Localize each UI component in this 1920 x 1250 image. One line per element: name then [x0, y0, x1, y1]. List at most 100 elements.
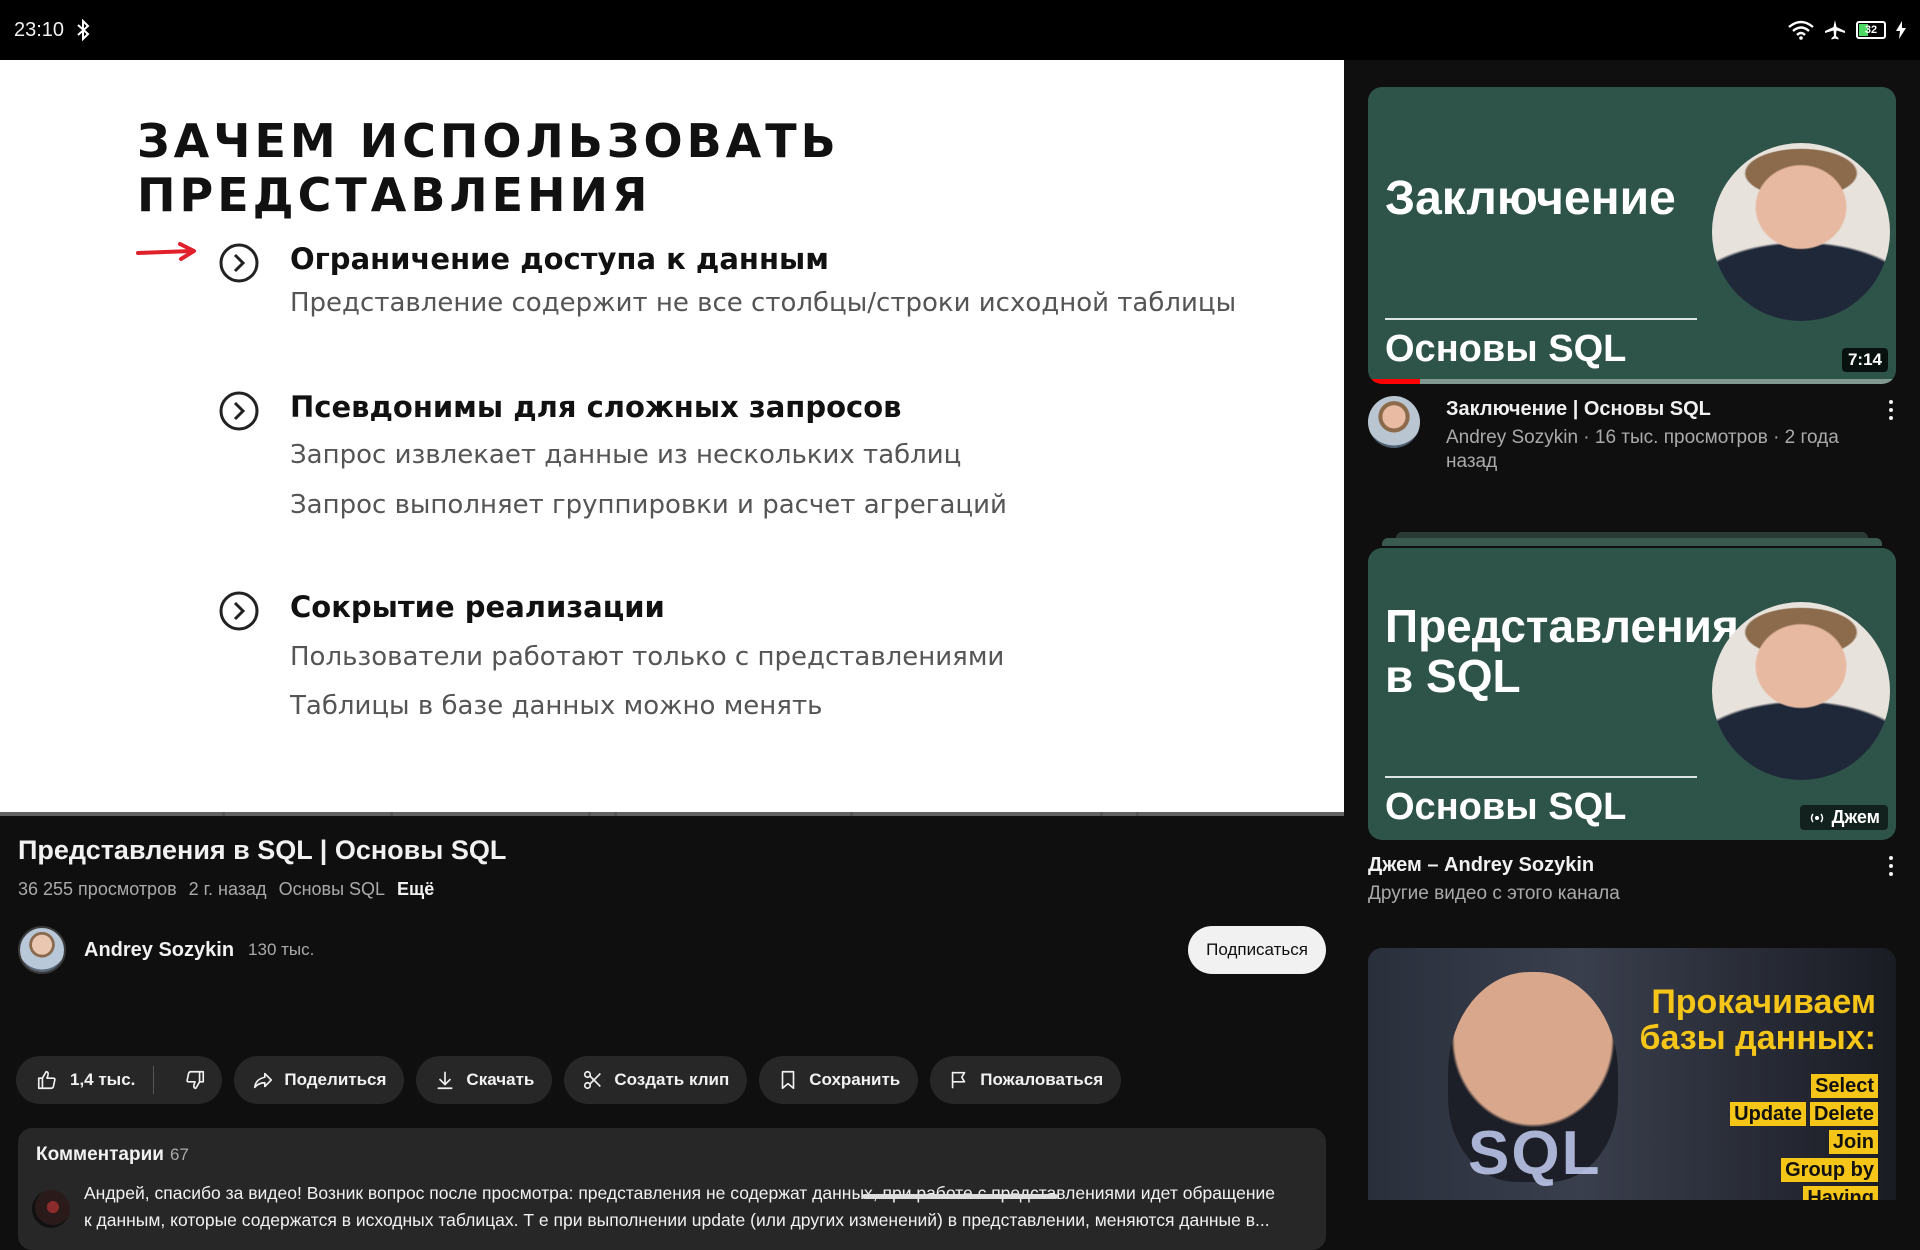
report-button[interactable]: Пожаловаться: [930, 1056, 1122, 1104]
share-button[interactable]: Поделиться: [234, 1056, 405, 1104]
thumb-up-icon: [37, 1070, 56, 1090]
sql-keyword-tags: Select Update Delete Join Group by Having: [1730, 1074, 1878, 1200]
bookmark-icon: [781, 1070, 795, 1090]
charging-icon: [1896, 21, 1906, 39]
chapter-marker: [588, 812, 591, 816]
subscriber-count: 130 тыс.: [248, 940, 315, 959]
jam-badge: Джем: [1799, 805, 1888, 830]
red-arrow-icon: [136, 242, 196, 261]
thumbnail-subtitle: Основы SQL: [1385, 786, 1627, 828]
thumbnail-heading-line: Прокачиваем: [1651, 983, 1876, 1021]
watched-progress: [1368, 379, 1420, 384]
home-indicator[interactable]: [862, 1194, 1058, 1199]
commenter-avatar: [32, 1190, 70, 1228]
playlist-name: Основы SQL: [278, 879, 386, 899]
broadcast-icon: [1810, 813, 1823, 822]
more-options-icon[interactable]: [1886, 400, 1896, 422]
channel-avatar[interactable]: [1368, 396, 1420, 448]
related-info[interactable]: Джем – Andrey Sozykin Другие видео с это…: [1368, 852, 1896, 912]
scissors-icon: [584, 1070, 602, 1090]
chapter-marker: [1136, 812, 1139, 816]
slide-point-heading: Сокрытие реализации: [290, 590, 665, 624]
duration-badge: 7:14: [1841, 348, 1888, 372]
comments-panel[interactable]: Комментарии 67 Андрей, спасибо за видео! …: [18, 1128, 1326, 1250]
chapter-marker: [850, 812, 853, 816]
video-meta[interactable]: 36 255 просмотров 2 г. назад Основы SQL …: [18, 879, 434, 900]
related-thumbnail[interactable]: Заключение Основы SQL 7:14: [1368, 87, 1896, 384]
download-icon: [438, 1071, 453, 1090]
presenter-photo: [1712, 602, 1890, 780]
progress-remaining: [1420, 379, 1896, 384]
related-meta: Andrey Sozykin · 16 тыс. просмотров · 2 …: [1446, 427, 1839, 472]
save-button[interactable]: Сохранить: [759, 1056, 919, 1104]
battery-icon: 32: [1856, 21, 1886, 39]
video-title[interactable]: Представления в SQL | Основы SQL: [18, 835, 506, 866]
more-options-icon[interactable]: [1886, 856, 1896, 878]
related-info[interactable]: Заключение | Основы SQL Andrey Sozykin ·…: [1368, 396, 1896, 496]
slide-title: ЗАЧЕМ ИСПОЛЬЗОВАТЬ ПРЕДСТАВЛЕНИЯ: [137, 114, 840, 222]
action-bar: 1,4 тыс. Поделиться Скачать Создать клип…: [16, 1056, 1122, 1104]
share-icon: [254, 1072, 273, 1089]
download-button[interactable]: Скачать: [416, 1056, 553, 1104]
presenter-photo: [1712, 143, 1890, 321]
like-button[interactable]: 1,4 тыс.: [36, 1069, 135, 1091]
slide-point-text: Запрос выполняет группировки и расчет аг…: [290, 490, 1007, 520]
airplane-mode-icon: [1825, 20, 1845, 40]
slide-point-text: Запрос извлекает данные из нескольких та…: [290, 440, 962, 470]
status-bar: 23:10 32: [0, 0, 1920, 60]
flag-icon: [952, 1071, 966, 1089]
clock: 23:10: [14, 18, 65, 41]
related-thumbnail[interactable]: SQL Прокачиваем базы данных: Select Upda…: [1368, 948, 1896, 1200]
wifi-icon: [1788, 20, 1814, 40]
dislike-button[interactable]: [174, 1069, 216, 1091]
chevron-circle-icon: [219, 243, 259, 283]
channel-row: Andrey Sozykin 130 тыс. Подписаться: [18, 924, 1326, 976]
comment-line: Андрей, спасибо за видео! Возник вопрос …: [84, 1183, 1276, 1203]
save-label: Сохранить: [809, 1070, 901, 1089]
chapter-marker: [390, 812, 393, 816]
thumbnail-divider: [1385, 776, 1697, 778]
chapter-marker: [614, 812, 617, 816]
jam-thumbnail[interactable]: Представления в SQL Основы SQL Джем: [1368, 548, 1896, 840]
comment-preview: Андрей, спасибо за видео! Возник вопрос …: [84, 1180, 1314, 1234]
watch-page: ЗАЧЕМ ИСПОЛЬЗОВАТЬ ПРЕДСТАВЛЕНИЯ Огранич…: [0, 60, 1344, 1250]
channel-avatar[interactable]: [18, 926, 66, 974]
thumbnail-divider: [1385, 318, 1697, 320]
thumbnail-subtitle: Основы SQL: [1385, 328, 1627, 370]
slide-point-heading: Ограничение доступа к данным: [290, 242, 829, 276]
subscribe-button[interactable]: Подписаться: [1188, 926, 1326, 974]
jam-label: Джем: [1831, 807, 1880, 827]
slide-point-text: Таблицы в базе данных можно менять: [290, 691, 823, 721]
keyword-tag: Delete: [1809, 1102, 1878, 1126]
related-meta: Другие видео с этого канала: [1368, 883, 1620, 904]
keyword-tag: Having: [1803, 1186, 1878, 1200]
thumb-down-icon: [186, 1070, 205, 1090]
comment-line: к данным, которые содержатся в исходных …: [84, 1210, 1270, 1230]
keyword-tag: Group by: [1781, 1158, 1878, 1182]
chapter-marker: [1100, 812, 1103, 816]
comments-header: Комментарии 67: [36, 1144, 189, 1166]
report-label: Пожаловаться: [980, 1070, 1104, 1089]
related-title: Заключение | Основы SQL: [1446, 398, 1711, 420]
battery-level: 32: [1864, 24, 1878, 36]
video-progress-bar[interactable]: [0, 812, 1344, 816]
channel-name[interactable]: Andrey Sozykin: [84, 939, 234, 962]
chapter-marker: [222, 812, 225, 816]
like-divider: [153, 1066, 155, 1094]
chevron-circle-icon: [219, 591, 259, 631]
chevron-circle-icon: [219, 391, 259, 431]
thumbnail-title: в SQL: [1385, 650, 1521, 702]
like-count: 1,4 тыс.: [70, 1070, 136, 1089]
bluetooth-icon: [77, 19, 90, 41]
thumbnail-heading-line: базы данных:: [1639, 1019, 1876, 1057]
keyword-tag: Select: [1811, 1074, 1878, 1098]
slide-point-text: Представление содержит не все столбцы/ст…: [290, 288, 1237, 318]
clip-button[interactable]: Создать клип: [564, 1056, 748, 1104]
stack-layer: [1382, 538, 1882, 546]
more-link[interactable]: Ещё: [397, 879, 434, 900]
video-player[interactable]: ЗАЧЕМ ИСПОЛЬЗОВАТЬ ПРЕДСТАВЛЕНИЯ Огранич…: [0, 60, 1344, 812]
download-label: Скачать: [466, 1070, 535, 1089]
slide-point-text: Пользователи работают только с представл…: [290, 642, 1005, 672]
upload-age: 2 г. назад: [188, 879, 267, 899]
keyword-tag: Join: [1828, 1130, 1878, 1154]
